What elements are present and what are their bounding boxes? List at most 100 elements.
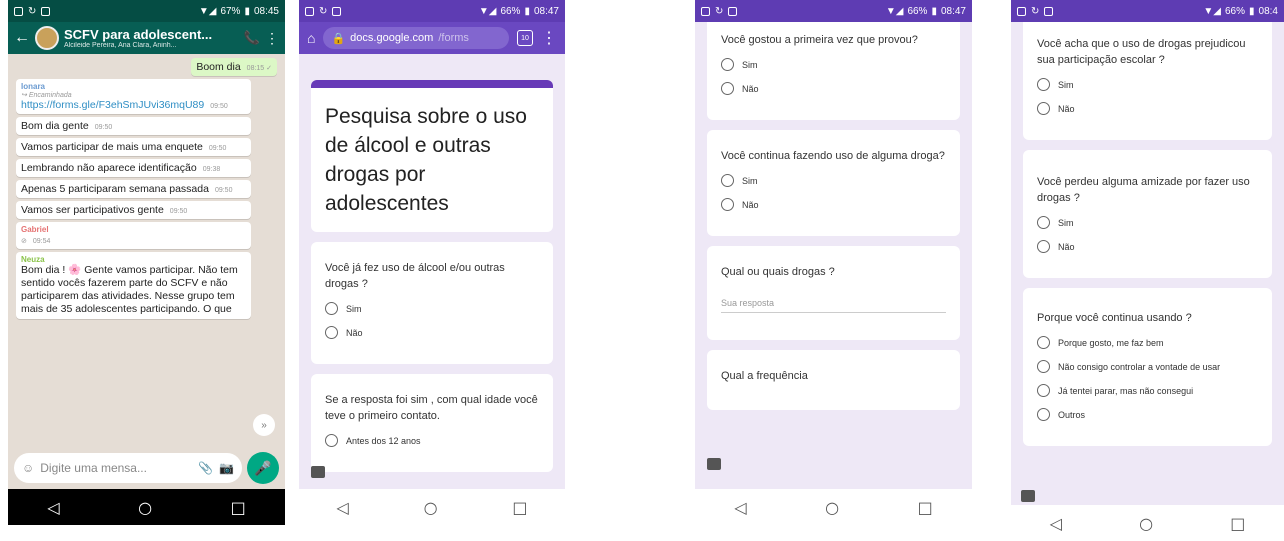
message-time: 09:38 — [202, 166, 221, 173]
option-label: Já tentei parar, mas não consegui — [1058, 385, 1194, 396]
form-link[interactable]: https://forms.gle/F3ehSmJUvi36mqU89 — [21, 99, 204, 111]
forwarded-label: ↪ Encaminhada — [21, 92, 72, 99]
short-answer-input[interactable]: Sua resposta — [721, 298, 946, 313]
more-options-icon[interactable]: ⋮ — [265, 30, 279, 47]
option-label: Não — [742, 83, 759, 94]
radio-button[interactable] — [721, 174, 734, 187]
radio-button[interactable] — [1037, 408, 1050, 421]
radio-button[interactable] — [1037, 240, 1050, 253]
option-antes-12[interactable]: Antes dos 12 anos — [325, 434, 539, 447]
home-nav-icon[interactable]: ○ — [138, 498, 152, 517]
more-options-icon[interactable]: ⋮ — [541, 28, 557, 48]
form-screenshot-3: ↻ ▼◢ 66% ▮ 08:4 Você acha que o uso de drog… — [1011, 0, 1284, 541]
question-text: Se a resposta foi sim , com qual idade v… — [325, 394, 538, 422]
option-ja-tentei[interactable]: Já tentei parar, mas não consegui — [1037, 384, 1258, 397]
radio-button[interactable] — [1037, 384, 1050, 397]
input-placeholder: Digite uma mensa... — [40, 461, 147, 475]
message[interactable]: Lembrando não aparece identificação 09:38 — [16, 159, 251, 177]
gallery-icon — [41, 6, 51, 16]
message-input[interactable]: ☺ Digite uma mensa... 📎 📷 — [14, 453, 242, 483]
message[interactable]: Vamos participar de mais uma enquete 09:5… — [16, 138, 251, 156]
status-bar: ↻ ▼◢ 66% ▮ 08:47 — [299, 0, 565, 22]
question-card: Você continua fazendo uso de alguma drog… — [707, 130, 960, 236]
option-nao[interactable]: Não — [1037, 102, 1258, 115]
option-nao[interactable]: Não — [325, 326, 539, 339]
option-label: Outros — [1058, 409, 1086, 420]
recent-apps-icon[interactable]: □ — [231, 498, 246, 517]
question-card: Qual ou quais drogas ? Sua resposta — [707, 246, 960, 340]
feedback-icon[interactable] — [311, 466, 325, 478]
feedback-icon[interactable] — [1021, 490, 1035, 502]
option-nao[interactable]: Não — [721, 82, 946, 95]
message-outgoing[interactable]: Boom dia 08:15 ✓ — [191, 58, 277, 76]
notification-icon — [1017, 6, 1026, 16]
option-sim[interactable]: Sim — [1037, 78, 1258, 91]
recent-apps-icon[interactable]: □ — [512, 498, 527, 517]
back-arrow-icon[interactable]: ← — [14, 29, 30, 47]
lock-icon: 🔒 — [331, 32, 346, 45]
radio-button[interactable] — [325, 434, 338, 447]
message-link[interactable]: Ionara ↪ Encaminhada https://forms.gle/F… — [16, 79, 251, 114]
radio-button[interactable] — [721, 198, 734, 211]
radio-button[interactable] — [1037, 216, 1050, 229]
add-call-icon[interactable]: 📞 — [244, 30, 260, 46]
radio-button[interactable] — [1037, 102, 1050, 115]
radio-button[interactable] — [325, 302, 338, 315]
message-text: Lembrando não aparece identificação — [21, 162, 197, 174]
option-sim[interactable]: Sim — [1037, 216, 1258, 229]
option-label: Sim — [1058, 79, 1074, 90]
home-nav-icon[interactable]: ○ — [825, 498, 839, 517]
message[interactable]: Vamos ser participativos gente 09:50 — [16, 201, 251, 219]
recent-apps-icon[interactable]: □ — [1230, 514, 1245, 533]
message-neuza[interactable]: Neuza Bom dia ! 🌸 Gente vamos participar… — [16, 252, 251, 319]
option-outros[interactable]: Outros — [1037, 408, 1258, 421]
battery-icon: ▮ — [524, 5, 530, 17]
option-gosto[interactable]: Porque gosto, me faz bem — [1037, 336, 1258, 349]
option-nao[interactable]: Não — [721, 198, 946, 211]
chat-header[interactable]: ← SCFV para adolescent... Alcileide Pere… — [8, 22, 285, 54]
radio-button[interactable] — [1037, 78, 1050, 91]
chat-title[interactable]: SCFV para adolescent... — [64, 27, 239, 42]
group-avatar[interactable] — [35, 26, 59, 50]
back-nav-icon[interactable]: ◁ — [47, 498, 59, 517]
home-nav-icon[interactable]: ○ — [1139, 514, 1153, 533]
option-label: Sim — [742, 59, 758, 70]
question-text: Você perdeu alguma amizade por fazer uso… — [1037, 176, 1250, 204]
scroll-down-icon[interactable]: » — [253, 414, 275, 436]
notification-icon — [305, 6, 314, 16]
back-nav-icon[interactable]: ◁ — [734, 498, 746, 517]
message[interactable]: Bom dia gente 09:50 — [16, 117, 251, 135]
feedback-icon[interactable] — [707, 458, 721, 470]
camera-icon[interactable]: 📷 — [219, 461, 234, 475]
option-sim[interactable]: Sim — [721, 58, 946, 71]
radio-button[interactable] — [721, 82, 734, 95]
clock: 08:45 — [253, 5, 279, 17]
mic-button[interactable]: 🎤 — [247, 452, 279, 484]
chat-messages[interactable]: Boom dia 08:15 ✓ Ionara ↪ Encaminhada htt… — [8, 54, 285, 474]
home-icon[interactable]: ⌂ — [307, 30, 315, 46]
gallery-icon — [728, 6, 738, 16]
gallery-icon — [332, 6, 342, 16]
back-nav-icon[interactable]: ◁ — [336, 498, 348, 517]
radio-button[interactable] — [1037, 336, 1050, 349]
recent-apps-icon[interactable]: □ — [918, 498, 933, 517]
option-sim[interactable]: Sim — [325, 302, 539, 315]
tab-switcher[interactable]: 10 — [517, 30, 533, 46]
home-nav-icon[interactable]: ○ — [424, 498, 438, 517]
radio-button[interactable] — [325, 326, 338, 339]
message-gabriel[interactable]: Gabriel ⊘ 09:54 — [16, 222, 251, 249]
message[interactable]: Apenas 5 participaram semana passada 09:5… — [16, 180, 251, 198]
radio-button[interactable] — [1037, 360, 1050, 373]
question-text: Qual ou quais drogas ? — [721, 266, 835, 278]
option-label: Sim — [346, 303, 362, 314]
emoji-icon[interactable]: ☺ — [22, 461, 34, 475]
address-bar[interactable]: 🔒 docs.google.com/forms — [323, 27, 509, 49]
radio-button[interactable] — [721, 58, 734, 71]
option-nao-consigo[interactable]: Não consigo controlar a vontade de usar — [1037, 360, 1258, 373]
attach-icon[interactable]: 📎 — [198, 461, 213, 475]
option-label: Sim — [1058, 217, 1074, 228]
option-nao[interactable]: Não — [1037, 240, 1258, 253]
android-nav-bar: ◁ ○ □ — [1011, 505, 1284, 541]
option-sim[interactable]: Sim — [721, 174, 946, 187]
back-nav-icon[interactable]: ◁ — [1050, 514, 1062, 533]
